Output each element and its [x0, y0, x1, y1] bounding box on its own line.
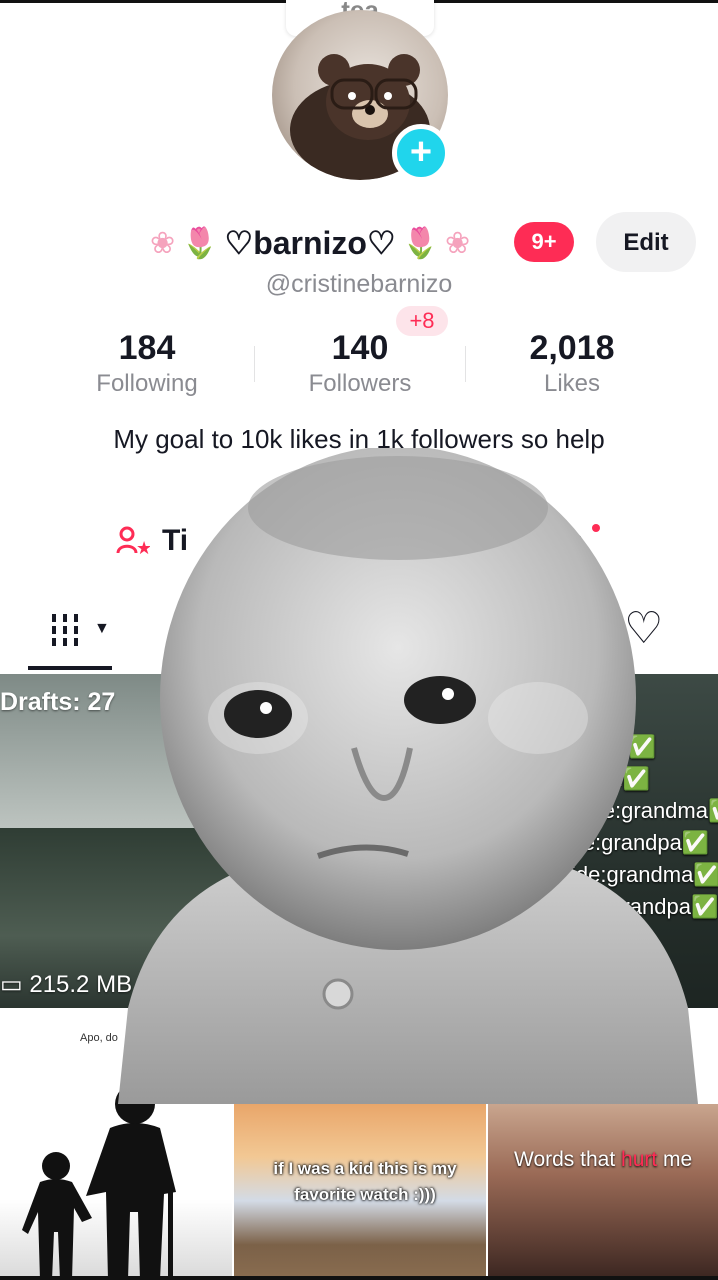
flower-icon: ❀	[150, 226, 176, 260]
drafts-label: Drafts: 27	[0, 688, 116, 716]
bottom-edge	[0, 1276, 718, 1280]
drafts-size: ▭ 215.2 MB	[0, 970, 132, 999]
stat-value: 2,018	[529, 329, 615, 367]
tulip-icon: 🌷	[401, 226, 440, 260]
tulip-icon: 🌷	[181, 226, 219, 260]
caption-part: hurt	[621, 1148, 658, 1171]
stat-divider	[254, 346, 255, 382]
stat-value: 184	[118, 329, 176, 367]
add-icon[interactable]: +	[392, 124, 450, 182]
followers-delta-badge: +8	[396, 306, 448, 336]
stat-label: Likes	[543, 370, 601, 397]
grid-icon[interactable]	[50, 612, 82, 656]
drafts-size-text: 215.2 MB	[29, 971, 133, 998]
chevron-down-icon[interactable]: ▼	[94, 620, 110, 638]
thumbnail-caption: Words that hurt me	[514, 1148, 692, 1172]
thumbnail-caption: if I was a kid this is my favorite watch…	[273, 1159, 457, 1204]
flower-icon: ❀	[445, 226, 471, 260]
thumbnail-caption: Apo, do	[80, 1032, 118, 1044]
stat-divider	[465, 346, 466, 382]
stat-following[interactable]: 184 Following	[47, 328, 247, 400]
stat-followers[interactable]: 140 Followers	[260, 328, 460, 400]
stat-likes[interactable]: 2,018 Likes	[472, 328, 672, 400]
stat-label: Following	[96, 370, 198, 397]
video-thumbnail[interactable]	[488, 1104, 718, 1280]
display-name-row: ❀ 🌷 ♡barnizo♡ 🌷 ❀	[150, 218, 470, 268]
caption-part: Words	[514, 1148, 581, 1171]
display-name: ♡barnizo♡	[224, 225, 396, 261]
username: @cristinebarnizo	[265, 270, 453, 298]
notification-badge[interactable]: 9+	[514, 222, 574, 262]
folder-icon: ▭	[0, 971, 30, 998]
caption-part: that	[580, 1148, 622, 1171]
caption-part: me	[657, 1148, 693, 1171]
stat-label: Followers	[308, 370, 412, 397]
active-tab-indicator	[28, 666, 112, 670]
edit-profile-button[interactable]: Edit	[596, 212, 696, 272]
baby-overlay-image	[118, 446, 698, 1104]
